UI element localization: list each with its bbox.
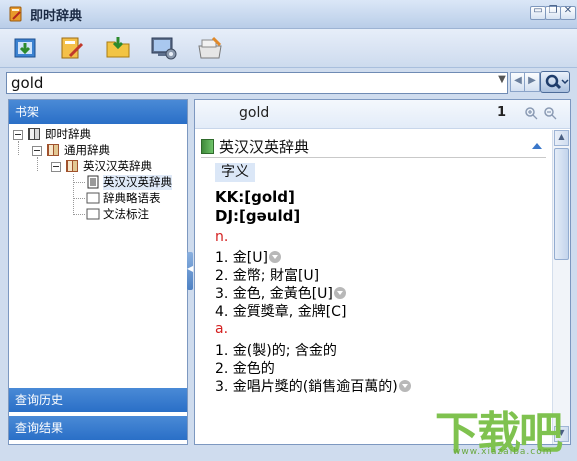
settings-icon bbox=[151, 37, 177, 60]
settings-button[interactable] bbox=[150, 34, 178, 62]
tree-item-label: 通用辞典 bbox=[64, 143, 110, 157]
sense-item: 1. 金(製)的; 含金的 bbox=[215, 343, 337, 359]
toolbar bbox=[0, 29, 577, 68]
search-button[interactable] bbox=[540, 71, 570, 93]
expand-icon[interactable] bbox=[268, 251, 281, 263]
zoom-out-icon[interactable] bbox=[543, 106, 557, 120]
tree-item-group[interactable]: 通用辞典 bbox=[32, 143, 182, 159]
chevron-down-icon: ▼ bbox=[498, 74, 506, 85]
result-count: 1 bbox=[497, 105, 507, 120]
part-of-speech: a. bbox=[215, 321, 229, 337]
scroll-up-button[interactable]: ▲ bbox=[554, 130, 569, 146]
panel-splitter[interactable]: ◀ bbox=[187, 252, 193, 290]
app-window: 即时辞典 ▭ ❐ ✕ gold ▼ ◀ ▶ 书架 即时辞典 通用辞典 英汉汉英辞… bbox=[0, 0, 577, 461]
results-tab[interactable]: 查询结果 bbox=[9, 416, 187, 440]
book-icon bbox=[47, 144, 59, 156]
restore-icon: ❐ bbox=[548, 5, 558, 16]
headword: gold bbox=[239, 105, 270, 121]
app-logo-icon bbox=[9, 6, 22, 22]
forward-button[interactable]: ▶ bbox=[524, 72, 540, 92]
search-history-dropdown[interactable]: ▼ bbox=[494, 72, 510, 92]
tree-item-grammar[interactable]: 文法标注 bbox=[86, 207, 183, 223]
tree-item-root[interactable]: 即时辞典 bbox=[13, 127, 183, 143]
arrow-up-icon: ▲ bbox=[558, 132, 565, 141]
sense-item: 1. 金[U] bbox=[215, 247, 281, 267]
sense-item: 3. 金唱片獎的(銷售逾百萬的) bbox=[215, 376, 411, 396]
import-button[interactable] bbox=[12, 34, 40, 62]
folder-icon bbox=[86, 192, 100, 204]
edit-dictionary-icon bbox=[61, 37, 84, 59]
bookshelf-tab[interactable]: 书架 bbox=[9, 100, 187, 124]
folder-icon bbox=[86, 208, 100, 220]
close-icon: ✕ bbox=[563, 5, 573, 16]
close-button[interactable]: ✕ bbox=[560, 5, 576, 20]
tree-item-label: 即时辞典 bbox=[45, 127, 91, 141]
history-tab[interactable]: 查询历史 bbox=[9, 388, 187, 412]
restore-button[interactable]: ❐ bbox=[545, 5, 561, 20]
dictionary-section-header[interactable]: 英汉汉英辞典 bbox=[201, 135, 546, 158]
document-icon bbox=[87, 175, 99, 189]
book-icon bbox=[66, 160, 78, 172]
minimize-button[interactable]: ▭ bbox=[530, 5, 546, 20]
search-input[interactable] bbox=[6, 72, 508, 94]
sense-item: 4. 金質獎章, 金牌[C] bbox=[215, 304, 347, 320]
part-of-speech: n. bbox=[215, 229, 229, 245]
watermark-url: www.xiazaiba.com bbox=[453, 447, 553, 457]
headword-bar: gold 1 bbox=[195, 100, 570, 129]
tree-item-label: 文法标注 bbox=[103, 207, 149, 221]
tree-item-label: 英汉汉英辞典 bbox=[103, 175, 172, 190]
open-folder-icon bbox=[106, 37, 130, 58]
book-icon bbox=[28, 128, 40, 140]
tree-item-dictionary[interactable]: 英汉汉英辞典 bbox=[51, 159, 183, 175]
right-panel: gold 1 英汉汉英辞典 字义 KK:[gold] DJ:[gəuld] n.… bbox=[194, 99, 571, 445]
arrow-right-icon: ▶ bbox=[528, 75, 536, 86]
sense-item: 2. 金色的 bbox=[215, 361, 275, 377]
pronunciation-kk: KK:[gold] bbox=[215, 188, 295, 206]
left-panel: 书架 即时辞典 通用辞典 英汉汉英辞典 英汉汉英辞典 辞典略语表 文法标注 查询… bbox=[8, 99, 188, 445]
collapse-icon[interactable] bbox=[532, 143, 542, 149]
tree-item-entries[interactable]: 英汉汉英辞典 bbox=[86, 175, 183, 191]
book-icon bbox=[201, 139, 214, 154]
watermark: 下载吧 www.xiazaiba.com bbox=[435, 397, 575, 461]
pack-button[interactable] bbox=[196, 34, 224, 62]
arrow-left-icon: ◀ bbox=[514, 75, 522, 86]
arrow-left-icon: ◀ bbox=[187, 264, 194, 273]
sense-item: 3. 金色, 金黃色[U] bbox=[215, 283, 346, 303]
window-title: 即时辞典 bbox=[30, 9, 83, 24]
pack-icon bbox=[198, 36, 222, 59]
scroll-thumb[interactable] bbox=[554, 148, 569, 260]
zoom-in-icon[interactable] bbox=[524, 106, 538, 120]
import-icon bbox=[14, 38, 36, 58]
expand-icon[interactable] bbox=[333, 287, 346, 299]
tree-item-abbreviations[interactable]: 辞典略语表 bbox=[86, 191, 183, 207]
collapse-icon[interactable] bbox=[32, 146, 42, 156]
open-folder-button[interactable] bbox=[104, 34, 132, 62]
tree-item-label: 辞典略语表 bbox=[103, 191, 161, 205]
pronunciation-dj: DJ:[gəuld] bbox=[215, 207, 301, 225]
search-icon bbox=[545, 74, 569, 90]
expand-icon[interactable] bbox=[398, 380, 411, 392]
minimize-icon: ▭ bbox=[533, 5, 543, 16]
title-bar: 即时辞典 ▭ ❐ ✕ bbox=[0, 0, 577, 29]
tree-item-label: 英汉汉英辞典 bbox=[83, 159, 152, 173]
collapse-icon[interactable] bbox=[51, 162, 61, 172]
collapse-icon[interactable] bbox=[13, 130, 23, 140]
sense-item: 2. 金幣; 財富[U] bbox=[215, 268, 320, 284]
edit-dictionary-button[interactable] bbox=[58, 34, 86, 62]
dictionary-name: 英汉汉英辞典 bbox=[219, 138, 310, 156]
search-bar: ▼ ◀ ▶ bbox=[0, 68, 577, 98]
section-tag: 字义 bbox=[215, 163, 255, 182]
